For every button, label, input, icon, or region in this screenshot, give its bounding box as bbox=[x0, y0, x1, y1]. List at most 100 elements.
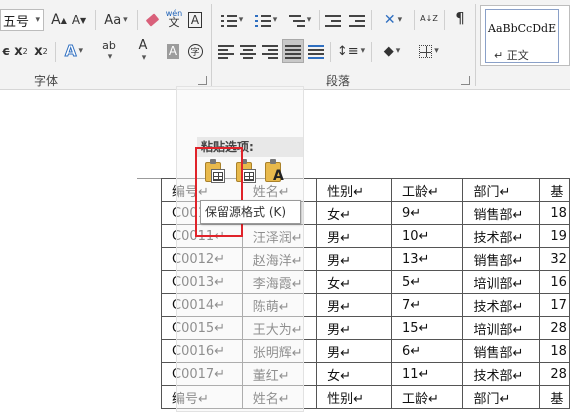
shading-button[interactable]: ◆ bbox=[376, 40, 408, 62]
table-cell[interactable]: 销售部↵ bbox=[462, 201, 541, 225]
pinyin-guide-button[interactable]: wén 文 bbox=[164, 7, 184, 29]
table-cell[interactable]: 32 bbox=[539, 247, 570, 271]
table-cell[interactable]: 男↵ bbox=[316, 316, 392, 340]
paragraph-dialog-launcher-icon[interactable] bbox=[461, 76, 470, 85]
font-color-icon: A bbox=[138, 38, 148, 53]
decrease-indent-button[interactable] bbox=[323, 9, 343, 31]
style-normal-item[interactable]: AaBbCcDdE ↵ 正文 bbox=[485, 9, 559, 63]
table-cell[interactable]: 11↵ bbox=[390, 362, 464, 386]
table-cell[interactable]: 部门↵ bbox=[462, 178, 541, 202]
multilevel-list-button[interactable] bbox=[284, 9, 316, 31]
separator bbox=[414, 10, 415, 30]
table-cell[interactable]: 男↵ bbox=[316, 293, 392, 317]
table-cell[interactable]: 17 bbox=[539, 293, 570, 317]
grow-font-button[interactable]: A ▲ bbox=[50, 9, 68, 31]
table-cell[interactable]: 工龄↵ bbox=[390, 385, 464, 409]
table-cell[interactable]: 培训部↵ bbox=[462, 270, 541, 294]
align-center-button[interactable] bbox=[238, 40, 258, 62]
table-cell[interactable]: 9↵ bbox=[390, 201, 464, 225]
table-cell[interactable]: 基 bbox=[539, 178, 570, 202]
table-cell[interactable]: 男↵ bbox=[316, 224, 392, 248]
cell-text: 销售部↵ bbox=[473, 207, 524, 223]
table-cell[interactable]: 技术部↵ bbox=[462, 362, 541, 386]
superscript-button[interactable]: x2 bbox=[32, 40, 50, 62]
table-cell[interactable]: 技术部↵ bbox=[462, 224, 541, 248]
strikethrough-icon[interactable]: c bbox=[0, 40, 12, 62]
paste-tooltip: 保留源格式 (K) bbox=[200, 200, 301, 224]
table-cell[interactable]: 6↵ bbox=[390, 339, 464, 363]
table-cell[interactable]: 19 bbox=[539, 224, 570, 248]
borders-button[interactable] bbox=[414, 40, 444, 62]
table-cell[interactable]: 18 bbox=[539, 339, 570, 363]
table-cell[interactable]: 工龄↵ bbox=[390, 178, 464, 202]
multilevel-list-icon bbox=[288, 14, 305, 27]
align-right-button[interactable] bbox=[260, 40, 280, 62]
table-cell[interactable]: 16 bbox=[539, 270, 570, 294]
line-spacing-icon: ↕≡ bbox=[336, 43, 359, 59]
subscript-button[interactable]: x2 bbox=[12, 40, 30, 62]
table-cell[interactable]: 13↵ bbox=[390, 247, 464, 271]
table-cell[interactable]: 7↵ bbox=[390, 293, 464, 317]
table-cell[interactable]: 男↵ bbox=[316, 339, 392, 363]
separator bbox=[475, 4, 476, 86]
keep-text-only-button[interactable]: A bbox=[262, 158, 288, 186]
distributed-button[interactable] bbox=[306, 40, 326, 62]
table-cell[interactable]: 销售部↵ bbox=[462, 339, 541, 363]
cell-text: 男↵ bbox=[327, 253, 352, 269]
subscript-icon: x bbox=[14, 43, 23, 59]
separator bbox=[95, 10, 96, 30]
cell-text: 培训部↵ bbox=[473, 276, 524, 292]
enclose-character-button[interactable]: 字 bbox=[186, 40, 204, 62]
grow-font-icon: A bbox=[51, 12, 61, 28]
increase-indent-button[interactable] bbox=[347, 9, 367, 31]
table-cell[interactable]: 女↵ bbox=[316, 362, 392, 386]
table-cell[interactable]: 培训部↵ bbox=[462, 316, 541, 340]
numbering-button[interactable] bbox=[250, 9, 282, 31]
character-border-button[interactable]: A bbox=[186, 9, 204, 31]
text-only-a-icon: A bbox=[273, 168, 284, 184]
font-size-select[interactable]: 五号 ▾ bbox=[0, 9, 44, 31]
table-cell[interactable]: 销售部↵ bbox=[462, 247, 541, 271]
cell-text: 10↵ bbox=[401, 228, 430, 244]
paragraph-group-label: 段落 bbox=[326, 74, 351, 88]
cell-text: 销售部↵ bbox=[473, 345, 524, 361]
font-dialog-launcher-icon[interactable] bbox=[198, 76, 207, 85]
table-cell[interactable]: 15↵ bbox=[390, 316, 464, 340]
justify-button[interactable] bbox=[282, 39, 304, 63]
table-cell[interactable]: 28 bbox=[539, 316, 570, 340]
table-cell[interactable]: 18 bbox=[539, 201, 570, 225]
cell-text: 男↵ bbox=[327, 345, 352, 361]
table-cell[interactable]: 女↵ bbox=[316, 201, 392, 225]
shrink-font-icon: A bbox=[71, 13, 81, 27]
show-formatting-button[interactable]: ¶ bbox=[450, 7, 470, 29]
bullets-button[interactable] bbox=[216, 9, 248, 31]
change-case-button[interactable]: Aa bbox=[100, 9, 132, 31]
table-cell[interactable]: 男↵ bbox=[316, 247, 392, 271]
character-shading-button[interactable]: A bbox=[164, 40, 182, 62]
table-cell[interactable]: 28 bbox=[539, 362, 570, 386]
cell-text: 性别↵ bbox=[327, 391, 365, 407]
chinese-layout-button[interactable]: ✕ bbox=[376, 9, 410, 31]
table-cell[interactable]: 基 bbox=[539, 385, 570, 409]
distributed-icon bbox=[308, 44, 324, 59]
table-cell[interactable]: 性别↵ bbox=[316, 385, 392, 409]
margin-guide-line bbox=[137, 178, 161, 179]
align-left-button[interactable] bbox=[216, 40, 236, 62]
table-cell[interactable]: 5↵ bbox=[390, 270, 464, 294]
highlight-button[interactable]: ab bbox=[94, 40, 124, 62]
cell-text: 男↵ bbox=[327, 322, 352, 338]
table-cell[interactable]: 10↵ bbox=[390, 224, 464, 248]
cell-text: 女↵ bbox=[327, 368, 352, 384]
table-cell[interactable]: 女↵ bbox=[316, 270, 392, 294]
text-effects-button[interactable]: A bbox=[60, 40, 88, 62]
clear-format-button[interactable] bbox=[143, 9, 161, 31]
table-cell[interactable]: 技术部↵ bbox=[462, 293, 541, 317]
line-spacing-button[interactable]: ↕≡ bbox=[335, 40, 367, 62]
style-normal-label: ↵ 正文 bbox=[494, 49, 529, 62]
table-cell[interactable]: 部门↵ bbox=[462, 385, 541, 409]
sort-button[interactable]: A↓Z bbox=[419, 7, 439, 29]
font-color-button[interactable]: A bbox=[128, 38, 158, 62]
separator bbox=[330, 42, 331, 62]
table-cell[interactable]: 性别↵ bbox=[316, 178, 392, 202]
shrink-font-button[interactable]: A ▼ bbox=[70, 9, 88, 31]
